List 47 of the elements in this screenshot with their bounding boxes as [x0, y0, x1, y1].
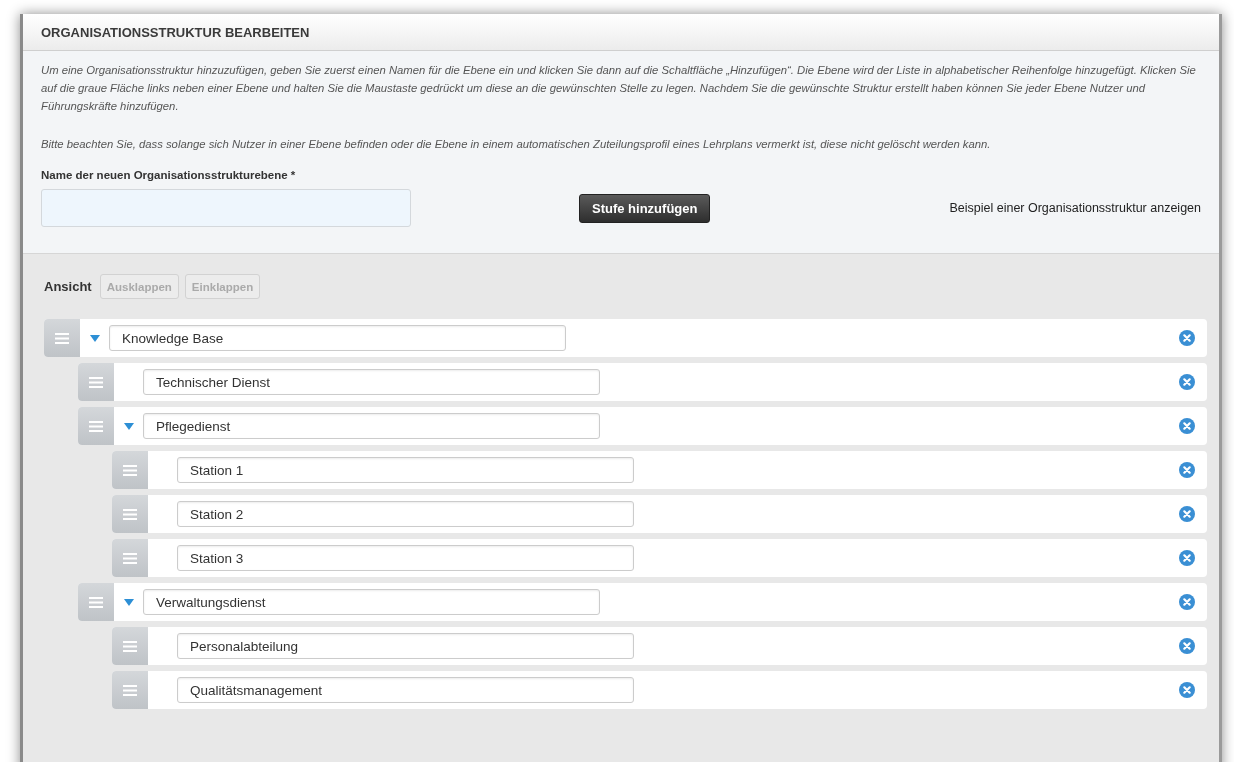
drag-handle-icon	[123, 640, 137, 652]
delete-icon[interactable]	[1179, 462, 1195, 478]
panel-title: ORGANISATIONSSTRUKTUR BEARBEITEN	[41, 24, 310, 40]
caret-icon[interactable]	[123, 598, 134, 606]
example-link[interactable]: Beispiel einer Organisationsstruktur anzeigen	[949, 201, 1201, 215]
level-name-field[interactable]: Station 3	[177, 545, 634, 571]
drag-handle[interactable]	[44, 319, 80, 357]
drag-handle-icon	[123, 464, 137, 476]
drag-handle[interactable]	[112, 451, 148, 489]
level-name-field[interactable]: Station 1	[177, 457, 634, 483]
delete-icon[interactable]	[1179, 330, 1195, 346]
delete-icon[interactable]	[1179, 594, 1195, 610]
level-name-field[interactable]: Qualitätsmanagement	[177, 677, 634, 703]
drag-handle-icon	[89, 376, 103, 388]
note-text: Bitte beachten Sie, dass solange sich Nutzer in einer Ebene befinden oder die Ebene in einem automatischen Zuteilungsprofil eines Lehrplans vermerkt ist, diese nicht gelöscht werden kann.	[41, 137, 992, 152]
drag-handle-icon	[123, 684, 137, 696]
intro-text: Um eine Organisationsstruktur hinzuzufügen, geben Sie zuerst einen Namen für die Ebene ein und klicken Sie dann auf die Schaltfläche „Hinzufügen“. Die Ebene wird der Liste in alphabetischer Reihenfolge hinzugefügt. Klicken Sie auf die graue Fläche links neben einer Ebene und halten Sie die Maustaste gedrückt um diese an die gewünschten Stelle zu legen. Nachdem Sie die gewünschte Struktur erstellt haben können Sie jeder Ebene Nutzer und Führungskräfte hinzufügen.	[41, 63, 1197, 114]
drag-handle-icon	[123, 552, 137, 564]
level-name-field[interactable]: Verwaltungsdienst	[143, 589, 600, 615]
level-name-field[interactable]: Knowledge Base	[109, 325, 566, 351]
drag-handle[interactable]	[112, 627, 148, 665]
drag-handle[interactable]	[112, 495, 148, 533]
delete-icon[interactable]	[1179, 374, 1195, 390]
drag-handle[interactable]	[112, 539, 148, 577]
drag-handle-icon	[89, 420, 103, 432]
level-name-input[interactable]	[41, 189, 411, 227]
level-name-field[interactable]: Pflegedienst	[143, 413, 600, 439]
level-name-field[interactable]: Personalabteilung	[177, 633, 634, 659]
delete-icon[interactable]	[1179, 550, 1195, 566]
drag-handle[interactable]	[78, 407, 114, 445]
delete-icon[interactable]	[1179, 506, 1195, 522]
caret-icon[interactable]	[123, 422, 134, 430]
drag-handle[interactable]	[78, 363, 114, 401]
add-level-button[interactable]: Stufe hinzufügen	[579, 193, 711, 223]
drag-handle[interactable]	[78, 583, 114, 621]
delete-icon[interactable]	[1179, 638, 1195, 654]
level-name-field[interactable]: Station 2	[177, 501, 634, 527]
view-label: Ansicht	[44, 279, 92, 294]
level-name-field[interactable]: Technischer Dienst	[143, 369, 600, 395]
drag-handle-icon	[89, 596, 103, 608]
delete-icon[interactable]	[1179, 418, 1195, 434]
delete-icon[interactable]	[1179, 682, 1195, 698]
drag-handle-icon	[123, 508, 137, 520]
drag-handle-icon	[55, 332, 69, 344]
field-label: Name der neuen Organisationsstrukturebene *	[41, 169, 297, 181]
caret-icon[interactable]	[89, 334, 100, 342]
drag-handle[interactable]	[112, 671, 148, 709]
